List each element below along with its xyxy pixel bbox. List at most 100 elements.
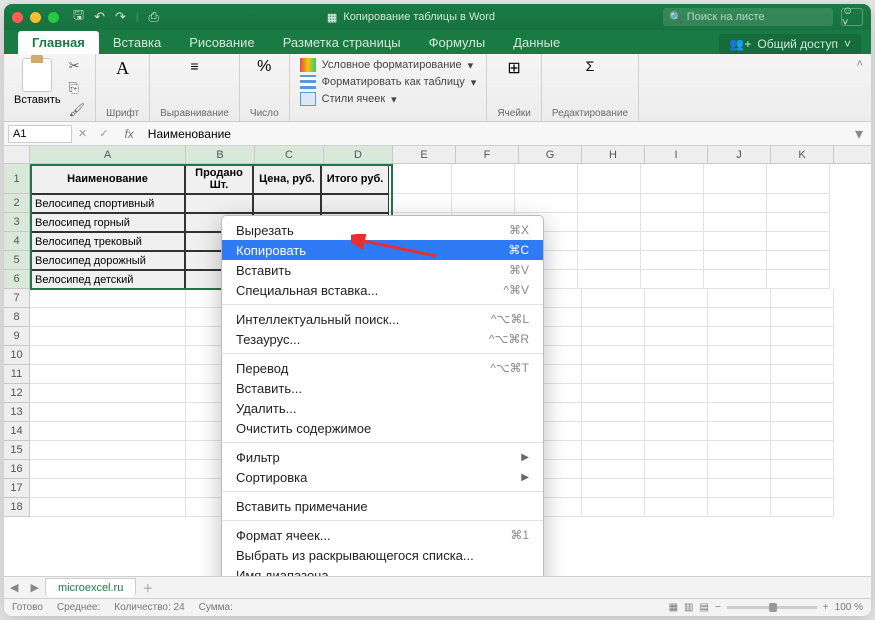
zoom-thumb[interactable] bbox=[769, 603, 777, 612]
cell[interactable] bbox=[708, 422, 771, 441]
table-cell[interactable]: Велосипед трековый bbox=[30, 232, 185, 251]
table-header[interactable]: Продано Шт. bbox=[185, 164, 253, 194]
save-icon[interactable]: 🖫 bbox=[73, 6, 84, 28]
table-cell[interactable] bbox=[253, 194, 321, 213]
conditional-formatting-button[interactable]: Условное форматирование ▾ bbox=[300, 58, 477, 72]
col-header-d[interactable]: D bbox=[324, 146, 393, 163]
select-all-corner[interactable] bbox=[4, 146, 30, 163]
cell[interactable] bbox=[582, 308, 645, 327]
add-sheet-button[interactable]: ＋ bbox=[142, 580, 153, 596]
cell[interactable] bbox=[708, 384, 771, 403]
expand-formula-icon[interactable]: ▾ bbox=[847, 124, 871, 144]
cell[interactable] bbox=[645, 289, 708, 308]
tab-draw[interactable]: Рисование bbox=[175, 31, 268, 54]
cell[interactable] bbox=[582, 422, 645, 441]
cell[interactable] bbox=[771, 365, 834, 384]
cell[interactable] bbox=[645, 498, 708, 517]
fx-icon[interactable]: fx bbox=[124, 127, 133, 141]
col-header-j[interactable]: J bbox=[708, 146, 771, 163]
cell[interactable] bbox=[645, 308, 708, 327]
cell[interactable] bbox=[582, 403, 645, 422]
cell[interactable] bbox=[578, 213, 641, 232]
menu-paste[interactable]: Вставить⌘V bbox=[222, 260, 543, 280]
cell[interactable] bbox=[515, 164, 578, 194]
table-header[interactable]: Наименование bbox=[30, 164, 185, 194]
row-header[interactable]: 1 bbox=[4, 164, 30, 194]
menu-thesaurus[interactable]: Тезаурус...^⌥⌘R bbox=[222, 329, 543, 349]
cell[interactable] bbox=[708, 479, 771, 498]
cell[interactable] bbox=[452, 194, 515, 213]
table-cell[interactable]: Велосипед спортивный bbox=[30, 194, 185, 213]
row-header[interactable]: 13 bbox=[4, 403, 30, 422]
cell[interactable] bbox=[578, 164, 641, 194]
cell[interactable] bbox=[582, 365, 645, 384]
cell[interactable] bbox=[582, 498, 645, 517]
cell[interactable] bbox=[30, 365, 186, 384]
menu-paste-special[interactable]: Специальная вставка...^⌘V bbox=[222, 280, 543, 300]
cell[interactable] bbox=[452, 164, 515, 194]
accept-formula-icon[interactable]: ✓ bbox=[99, 127, 108, 140]
table-cell[interactable]: Велосипед детский bbox=[30, 270, 185, 289]
zoom-in-button[interactable]: + bbox=[823, 602, 829, 613]
tab-formulas[interactable]: Формулы bbox=[415, 31, 500, 54]
cell[interactable] bbox=[771, 460, 834, 479]
cell[interactable] bbox=[641, 270, 704, 289]
cell[interactable] bbox=[645, 346, 708, 365]
row-header[interactable]: 17 bbox=[4, 479, 30, 498]
cell[interactable] bbox=[708, 308, 771, 327]
cell[interactable] bbox=[767, 164, 830, 194]
cell[interactable] bbox=[30, 498, 186, 517]
menu-translate[interactable]: Перевод^⌥⌘T bbox=[222, 358, 543, 378]
cell[interactable] bbox=[767, 270, 830, 289]
cell[interactable] bbox=[771, 384, 834, 403]
menu-format-cells[interactable]: Формат ячеек...⌘1 bbox=[222, 525, 543, 545]
zoom-slider[interactable] bbox=[727, 606, 817, 609]
tab-data[interactable]: Данные bbox=[499, 31, 574, 54]
cell[interactable] bbox=[645, 384, 708, 403]
share-button[interactable]: 👥+ Общий доступ ˅ bbox=[719, 34, 861, 54]
cell[interactable] bbox=[582, 479, 645, 498]
user-account-button[interactable]: ☺ ˅ bbox=[841, 8, 863, 26]
cell[interactable] bbox=[771, 479, 834, 498]
cell[interactable] bbox=[30, 384, 186, 403]
row-header[interactable]: 3 bbox=[4, 213, 30, 232]
cell[interactable] bbox=[582, 346, 645, 365]
cell[interactable] bbox=[708, 498, 771, 517]
row-header[interactable]: 11 bbox=[4, 365, 30, 384]
cell[interactable] bbox=[641, 164, 704, 194]
cell[interactable] bbox=[645, 479, 708, 498]
cell[interactable] bbox=[708, 403, 771, 422]
row-header[interactable]: 4 bbox=[4, 232, 30, 251]
cell[interactable] bbox=[771, 346, 834, 365]
copy-icon[interactable]: ⎘ bbox=[69, 80, 86, 96]
cell[interactable] bbox=[771, 422, 834, 441]
row-header[interactable]: 9 bbox=[4, 327, 30, 346]
cell[interactable] bbox=[704, 270, 767, 289]
menu-pick-from-dropdown[interactable]: Выбрать из раскрывающегося списка... bbox=[222, 545, 543, 565]
cell[interactable] bbox=[582, 327, 645, 346]
row-header[interactable]: 15 bbox=[4, 441, 30, 460]
cell[interactable] bbox=[767, 194, 830, 213]
font-icon[interactable]: A bbox=[116, 58, 129, 79]
tab-home[interactable]: Главная bbox=[18, 31, 99, 54]
cell[interactable] bbox=[704, 194, 767, 213]
view-page-break-icon[interactable]: ▤ bbox=[700, 602, 709, 613]
menu-delete[interactable]: Удалить... bbox=[222, 398, 543, 418]
cell[interactable] bbox=[708, 365, 771, 384]
col-header-g[interactable]: G bbox=[519, 146, 582, 163]
cell[interactable] bbox=[30, 460, 186, 479]
search-in-sheet[interactable]: 🔍 Поиск на листе bbox=[663, 8, 833, 26]
col-header-b[interactable]: B bbox=[186, 146, 255, 163]
cell[interactable] bbox=[767, 213, 830, 232]
table-cell[interactable] bbox=[321, 194, 389, 213]
cell[interactable] bbox=[515, 194, 578, 213]
tab-insert[interactable]: Вставка bbox=[99, 31, 175, 54]
menu-sort[interactable]: Сортировка▶ bbox=[222, 467, 543, 487]
table-header[interactable]: Цена, руб. bbox=[253, 164, 321, 194]
row-header[interactable]: 16 bbox=[4, 460, 30, 479]
row-header[interactable]: 5 bbox=[4, 251, 30, 270]
redo-icon[interactable]: ↷ bbox=[115, 9, 126, 25]
sheet-tab[interactable]: microexcel.ru bbox=[45, 578, 136, 597]
cell[interactable] bbox=[30, 289, 186, 308]
editing-icon[interactable]: Σ bbox=[586, 58, 595, 74]
